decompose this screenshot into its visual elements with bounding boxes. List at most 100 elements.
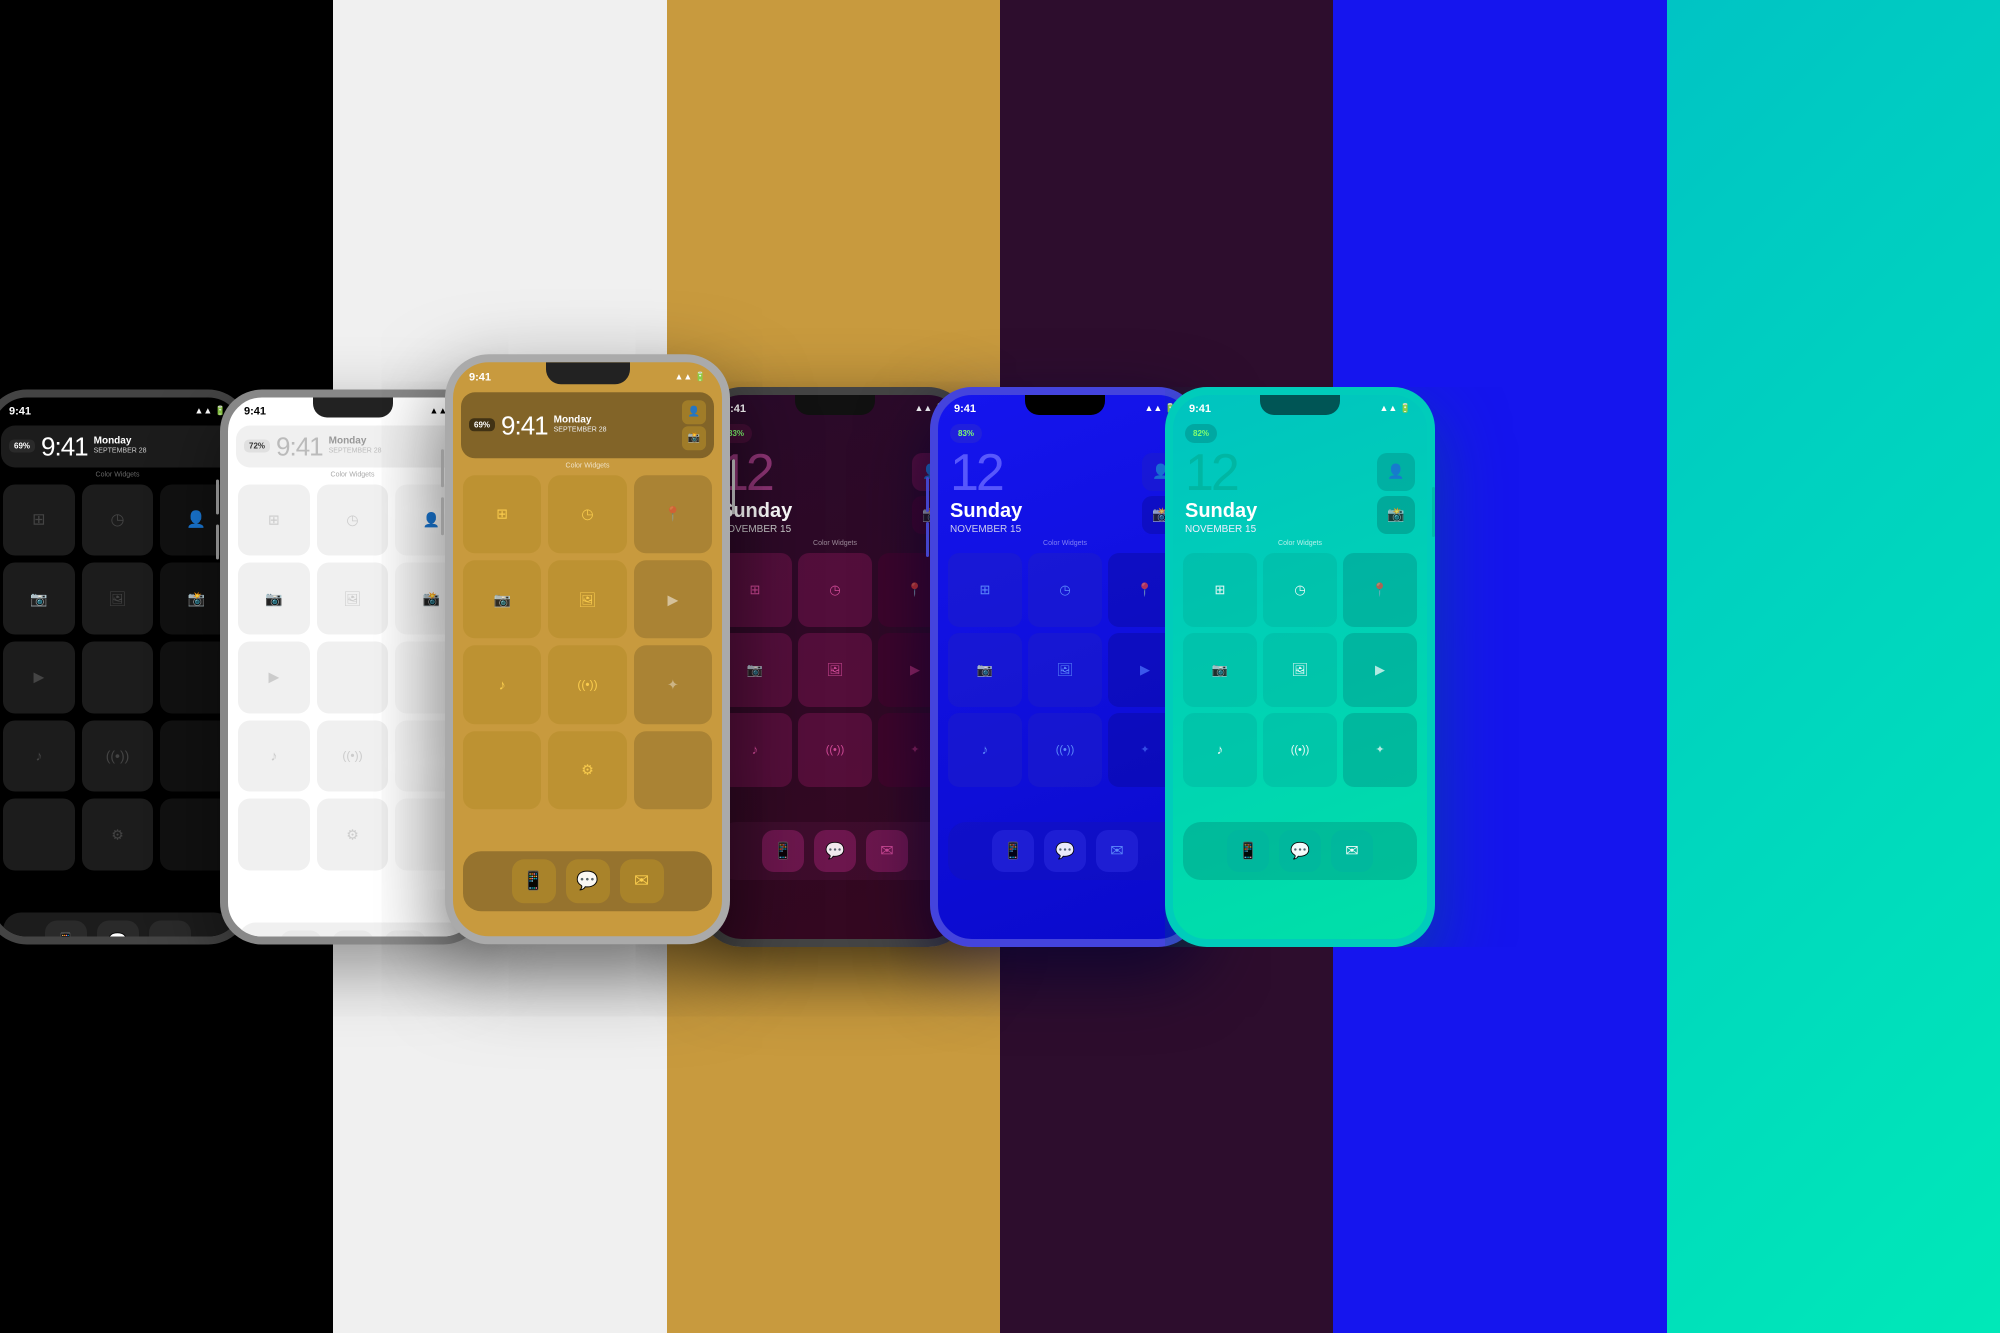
app-icon[interactable]: 📷 — [463, 560, 541, 638]
phone-3-wrapper: 9:41 ▲▲ 🔋 69% 9:41 Monday SEPTEMBER 28 👤… — [445, 354, 730, 944]
app-icon[interactable]: ((•)) — [798, 713, 872, 787]
app-icon[interactable]: 🖼 — [1263, 633, 1337, 707]
phone-4-time-big: 12 — [720, 447, 904, 499]
app-icon[interactable]: ⊞ — [463, 475, 541, 553]
dock-icon[interactable]: 💬 — [566, 859, 610, 903]
app-icon[interactable]: ▶ — [634, 560, 712, 638]
phone-5-battery-badge: 83% — [958, 429, 974, 438]
app-icon[interactable]: 📷 — [948, 633, 1022, 707]
app-icon[interactable]: ♪ — [238, 720, 310, 792]
app-icon[interactable]: ((•)) — [1028, 713, 1102, 787]
dock-icon[interactable]: 💬 — [1279, 830, 1321, 872]
phone-4-date: NOVEMBER 15 — [720, 523, 904, 536]
phone-5-wrapper: 9:41 ▲▲ 🔋 83% 12 Sunday NOVEMBER 15 👤 📸 … — [930, 387, 1200, 947]
dock-icon[interactable]: 💬 — [97, 920, 139, 944]
app-icon[interactable]: ▶ — [3, 641, 75, 713]
dock-icon[interactable]: 💬 — [332, 930, 374, 944]
phone-1-widget-label: Color Widgets — [0, 471, 242, 478]
phone-3-vol-dn — [441, 497, 444, 535]
phone-5-vol-up — [926, 477, 929, 512]
app-icon[interactable] — [317, 641, 389, 713]
app-icon[interactable]: ⚙ — [317, 799, 389, 871]
app-icon[interactable] — [634, 731, 712, 809]
app-icon[interactable]: 📍 — [1343, 553, 1417, 627]
app-icon[interactable]: 🖼 — [1028, 633, 1102, 707]
phone-5-grid: ⊞ ◷ 📍 📷 🖼 ▶ ♪ ((•)) ✦ — [938, 551, 1192, 789]
phone-3-date: SEPTEMBER 28 — [554, 427, 676, 435]
app-icon[interactable]: ✦ — [1343, 713, 1417, 787]
phone-3-time: 9:41 — [469, 371, 491, 383]
app-icon[interactable]: ((•)) — [317, 720, 389, 792]
dock-icon[interactable]: ✉ — [149, 920, 191, 944]
phone-1-time-display: 9:41 — [41, 433, 88, 459]
app-icon[interactable]: 📷 — [1183, 633, 1257, 707]
phone-2-day: Monday — [329, 436, 382, 448]
app-icon[interactable]: 📷 — [238, 563, 310, 635]
app-icon[interactable]: ◷ — [82, 484, 154, 556]
app-icon[interactable]: ⊞ — [238, 484, 310, 556]
phone-2-grid: ⊞ ◷ 👤 📷 🖼 📸 ▶ ♪ ((•)) ⚙ — [228, 482, 477, 872]
app-icon[interactable]: ♪ — [948, 713, 1022, 787]
app-icon[interactable] — [3, 799, 75, 871]
app-icon[interactable]: ((•)) — [548, 645, 626, 723]
phone-6-wrapper: 9:41 ▲▲ 🔋 82% 12 Sunday NOVEMBER 15 👤 📸 … — [1165, 387, 2000, 947]
app-icon[interactable]: 📍 — [634, 475, 712, 553]
phone-2-vol-dn — [216, 524, 219, 559]
dock-icon[interactable]: 💬 — [1044, 830, 1086, 872]
app-icon[interactable]: 🖼 — [798, 633, 872, 707]
phone-4-grid: ⊞ ◷ 📍 📷 🖼 ▶ ♪ ((•)) ✦ — [708, 551, 962, 789]
app-icon[interactable] — [238, 799, 310, 871]
phone-3-widget: 69% 9:41 Monday SEPTEMBER 28 👤 📸 — [461, 392, 714, 458]
phone-6-battery-badge: 82% — [1193, 429, 1209, 438]
app-icon[interactable]: ♪ — [3, 720, 75, 792]
app-icon[interactable]: ⚙ — [548, 731, 626, 809]
phone-1-date: SEPTEMBER 28 — [94, 448, 226, 456]
app-icon[interactable]: 🖼 — [317, 563, 389, 635]
dock-icon[interactable]: 📱 — [280, 930, 322, 944]
app-icon[interactable]: ◷ — [798, 553, 872, 627]
dock-icon[interactable]: ✉ — [1331, 830, 1373, 872]
phone-3-day: Monday — [554, 415, 676, 427]
phone-6-widget-area: 82% 12 Sunday NOVEMBER 15 👤 📸 — [1173, 419, 1427, 540]
dock-icon[interactable]: ✉ — [1096, 830, 1138, 872]
app-icon[interactable]: ✦ — [634, 645, 712, 723]
phone-5-day: Sunday — [950, 499, 1134, 523]
app-icon[interactable]: ▶ — [238, 641, 310, 713]
app-icon[interactable]: ⊞ — [1183, 553, 1257, 627]
phone-1-dock: 📱 💬 ✉ — [3, 912, 232, 944]
app-icon[interactable]: ◷ — [1028, 553, 1102, 627]
app-icon[interactable]: ◷ — [548, 475, 626, 553]
app-icon[interactable]: ♪ — [463, 645, 541, 723]
phone-1-wrapper: 9:41 ▲▲ 🔋 69% 9:41 Monday SEPTEMBER 28 C… — [0, 389, 250, 944]
dock-icon[interactable]: 📱 — [762, 830, 804, 872]
phone-6-time-big: 12 — [1185, 447, 1369, 499]
phone-3: 9:41 ▲▲ 🔋 69% 9:41 Monday SEPTEMBER 28 👤… — [445, 354, 730, 944]
dock-icon[interactable]: 💬 — [814, 830, 856, 872]
phone-5-notch — [1025, 395, 1105, 415]
dock-icon[interactable]: ✉ — [620, 859, 664, 903]
app-icon[interactable] — [82, 641, 154, 713]
app-icon[interactable]: ◷ — [1263, 553, 1337, 627]
phone-6-dock: 📱 💬 ✉ — [1183, 822, 1417, 880]
dock-icon[interactable]: 📱 — [992, 830, 1034, 872]
dock-icon[interactable]: ✉ — [866, 830, 908, 872]
app-icon[interactable]: ⊞ — [3, 484, 75, 556]
app-icon[interactable]: ♪ — [1183, 713, 1257, 787]
dock-icon[interactable]: 📱 — [45, 920, 87, 944]
app-icon[interactable]: 🖼 — [548, 560, 626, 638]
dock-icon[interactable]: ✉ — [384, 930, 426, 944]
dock-icon[interactable]: 📱 — [512, 859, 556, 903]
dock-icon[interactable]: 📱 — [1227, 830, 1269, 872]
app-icon[interactable]: ◷ — [317, 484, 389, 556]
app-icon[interactable]: ((•)) — [1263, 713, 1337, 787]
app-icon[interactable]: 📷 — [3, 563, 75, 635]
phone-3-widget-label: Color Widgets — [453, 462, 722, 469]
app-icon[interactable]: ▶ — [1343, 633, 1417, 707]
phone-1-grid: ⊞ ◷ 👤 📷 🖼 📸 ▶ ♪ ((•)) ⚙ — [0, 482, 242, 872]
app-icon[interactable]: ((•)) — [82, 720, 154, 792]
app-icon[interactable]: 🖼 — [82, 563, 154, 635]
app-icon[interactable]: ⊞ — [948, 553, 1022, 627]
app-icon[interactable]: ⚙ — [82, 799, 154, 871]
app-icon[interactable] — [463, 731, 541, 809]
phone-4-widget-area: 83% 12 Sunday NOVEMBER 15 👤 📸 — [708, 419, 962, 540]
